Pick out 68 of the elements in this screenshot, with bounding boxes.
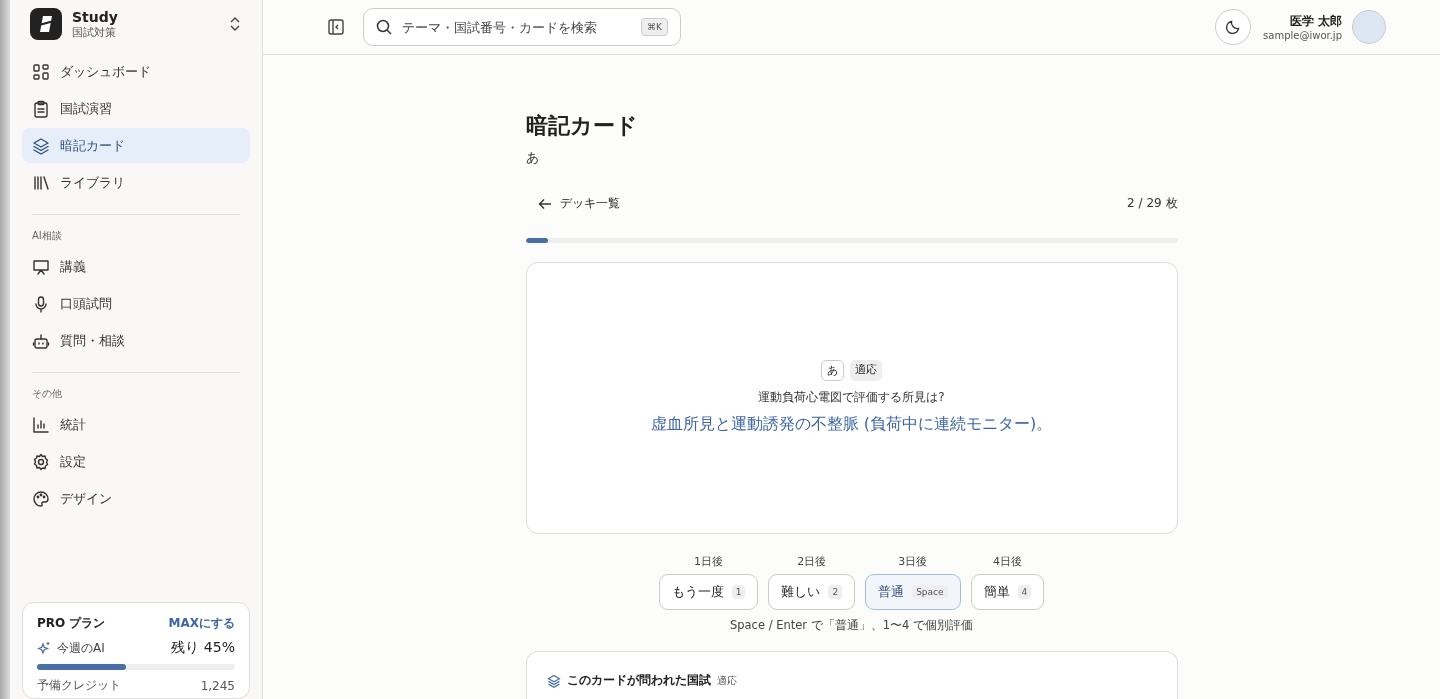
layers-icon	[32, 136, 50, 155]
rating-button[interactable]: 難しい 2	[768, 574, 856, 610]
tag: 適応	[850, 360, 882, 382]
chevron-updown-icon[interactable]	[230, 17, 240, 31]
nav-item[interactable]: デザイン	[22, 481, 250, 516]
page-title: 暗記カード	[525, 112, 639, 140]
theme-toggle-button[interactable]	[1215, 9, 1252, 45]
credit-value: 1,245	[200, 678, 235, 693]
interval-label: 1日後	[694, 554, 724, 569]
bot-icon	[32, 331, 50, 350]
interval-label: 2日後	[797, 554, 827, 569]
card-counter: 2 / 29 枚	[1127, 195, 1178, 212]
key-hint: 2	[828, 585, 843, 599]
card-question: 運動負荷心電図で評価する所見は?	[758, 389, 945, 407]
layers-icon	[546, 673, 561, 688]
nav-item[interactable]: 質問・相談	[22, 323, 250, 358]
back-link[interactable]: デッキ一覧	[525, 195, 620, 212]
credit-label: 予備クレジット	[37, 677, 121, 694]
grid-icon	[32, 62, 50, 81]
nav-item[interactable]: ライブラリ	[22, 165, 250, 200]
key-hint: Space	[912, 585, 948, 599]
nav-item[interactable]: 口頭試問	[22, 286, 250, 321]
search-input[interactable]: テーマ・国試番号・カードを検索	[400, 18, 634, 36]
interval-label: 3日後	[898, 554, 928, 569]
page-subtitle: あ	[525, 149, 540, 167]
sidebar-toggle-icon[interactable]	[327, 18, 345, 36]
section-heading: その他	[31, 387, 63, 401]
arrow-left-icon	[537, 196, 552, 211]
panel-tag: 適応	[716, 673, 737, 688]
presentation-icon	[32, 257, 50, 276]
nav-item[interactable]: 国試演習	[22, 91, 250, 126]
key-hint: 1	[731, 585, 746, 599]
plan-name: PRO プラン	[37, 615, 107, 632]
library-icon	[32, 173, 50, 192]
ai-usage-label: 今週のAI	[57, 639, 106, 657]
nav-item[interactable]: ダッシュボード	[22, 54, 250, 89]
user-email: sample@iwor.jp	[1263, 30, 1342, 41]
rating-button[interactable]: もう一度 1	[658, 574, 759, 610]
sparkle-icon	[37, 641, 51, 655]
nav-item[interactable]: 統計	[22, 407, 250, 442]
moon-icon	[1225, 19, 1242, 35]
panel-title: このカードが問われた国試	[566, 672, 711, 689]
nav-item[interactable]: 暗記カード	[22, 128, 250, 163]
key-hint: 4	[1017, 585, 1032, 599]
user-name: 医学 太郎	[1289, 13, 1342, 30]
search-bar[interactable]: テーマ・国試番号・カードを検索 ⌘K	[363, 8, 681, 46]
interval-label: 4日後	[992, 554, 1022, 569]
section-heading: AI相談	[31, 229, 63, 243]
workspace-name: Study	[72, 8, 119, 25]
chart-icon	[32, 415, 50, 434]
nav-item[interactable]: 設定	[22, 444, 250, 479]
gear-icon	[32, 452, 50, 471]
workspace-subtitle: 国試対策	[72, 25, 117, 40]
rating-button[interactable]: 普通 Space	[865, 574, 961, 610]
search-icon	[376, 19, 392, 35]
keyboard-hint: Space / Enter で「普通」、1〜4 で個別評価	[728, 618, 974, 633]
rating-button[interactable]: 簡単 4	[970, 574, 1045, 610]
nav-item[interactable]: 講義	[22, 249, 250, 284]
app-logo-icon	[30, 8, 62, 40]
clipboard-icon	[32, 99, 50, 118]
tag: あ	[821, 360, 844, 382]
palette-icon	[32, 489, 50, 508]
card-answer: 虚血所見と運動誘発の不整脈 (負荷中に連続モニター)。	[650, 414, 1053, 436]
shortcut-badge: ⌘K	[641, 18, 668, 36]
mic-icon	[32, 294, 50, 313]
ai-remaining: 残り 45%	[171, 639, 235, 657]
flashcard[interactable]: あ 適応 運動負荷心電図で評価する所見は? 虚血所見と運動誘発の不整脈 (負荷中に連続モニター)。	[525, 261, 1178, 534]
upgrade-link[interactable]: MAXにする	[168, 615, 235, 632]
